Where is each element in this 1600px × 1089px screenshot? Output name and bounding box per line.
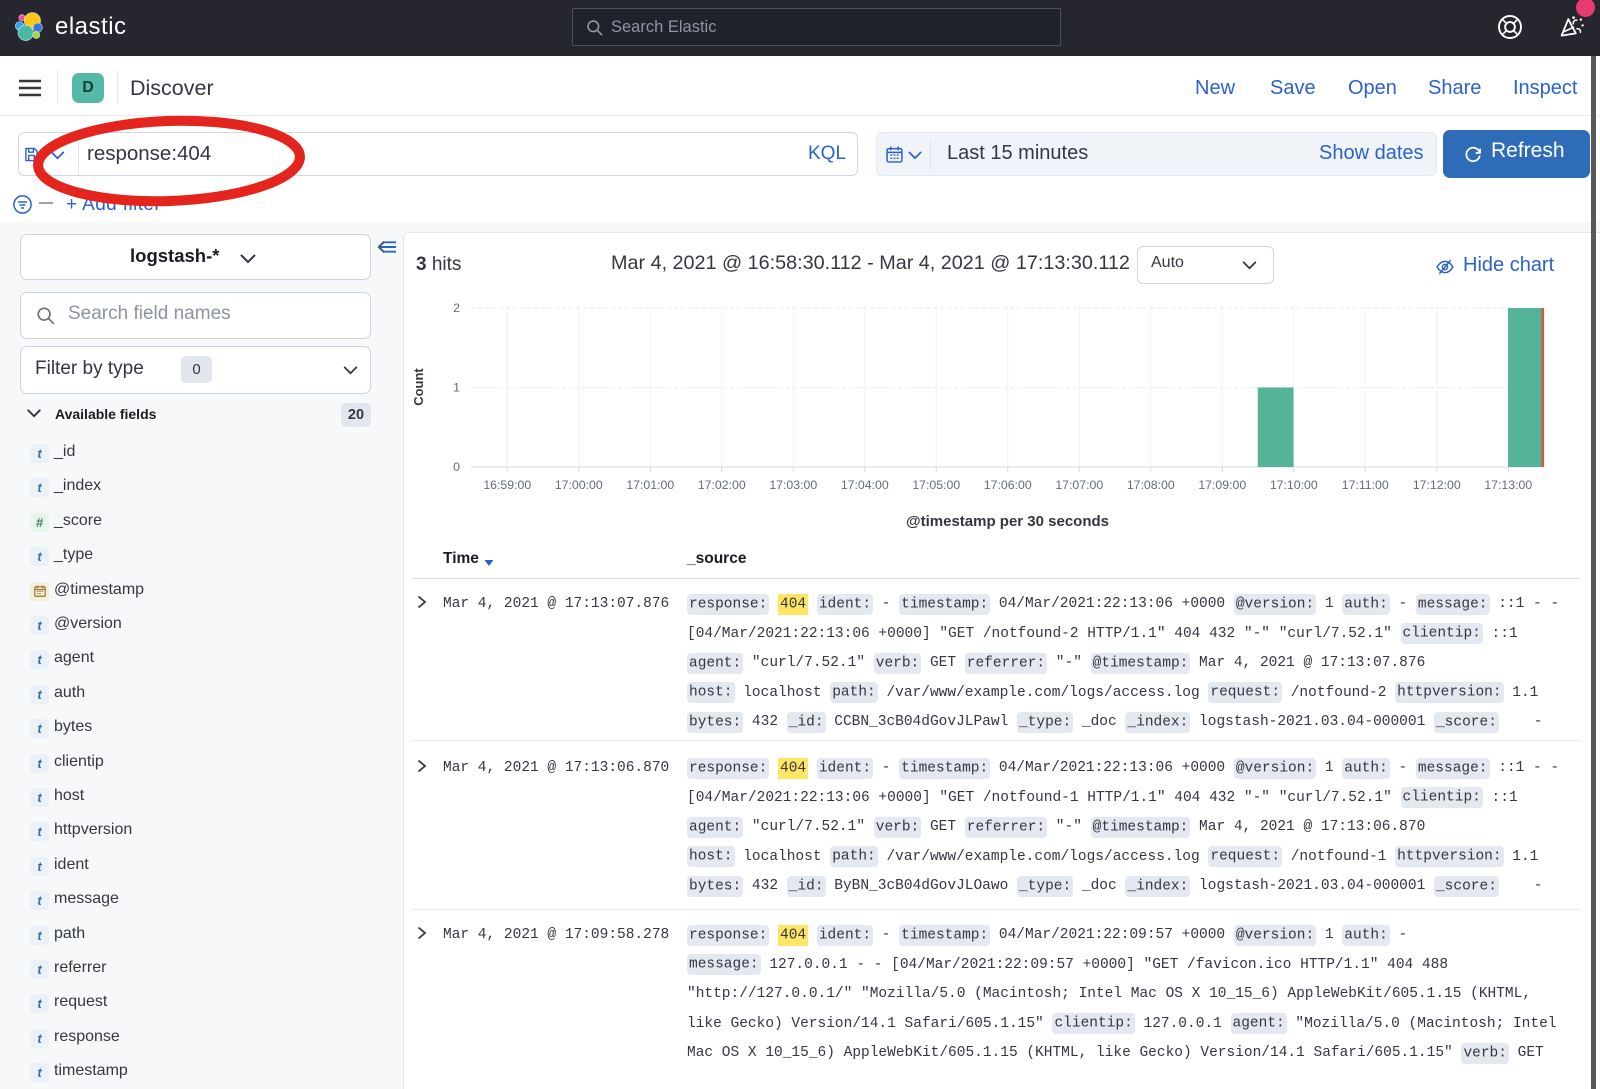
svg-text:Count: Count (411, 368, 426, 406)
svg-text:0: 0 (453, 460, 460, 474)
svg-text:1: 1 (453, 381, 460, 395)
svg-text:16:59:00: 16:59:00 (483, 478, 531, 492)
svg-text:17:06:00: 17:06:00 (984, 478, 1032, 492)
svg-text:17:09:00: 17:09:00 (1198, 478, 1246, 492)
svg-text:17:02:00: 17:02:00 (698, 478, 746, 492)
svg-text:17:01:00: 17:01:00 (626, 478, 674, 492)
svg-text:17:08:00: 17:08:00 (1127, 478, 1175, 492)
svg-text:17:03:00: 17:03:00 (769, 478, 817, 492)
svg-text:17:12:00: 17:12:00 (1413, 478, 1461, 492)
svg-text:2: 2 (453, 301, 460, 315)
svg-text:17:11:00: 17:11:00 (1342, 478, 1389, 492)
svg-text:17:00:00: 17:00:00 (555, 478, 603, 492)
svg-text:17:04:00: 17:04:00 (841, 478, 889, 492)
svg-text:17:10:00: 17:10:00 (1270, 478, 1318, 492)
svg-text:17:05:00: 17:05:00 (912, 478, 960, 492)
svg-text:17:13:00: 17:13:00 (1484, 478, 1532, 492)
svg-text:17:07:00: 17:07:00 (1055, 478, 1103, 492)
